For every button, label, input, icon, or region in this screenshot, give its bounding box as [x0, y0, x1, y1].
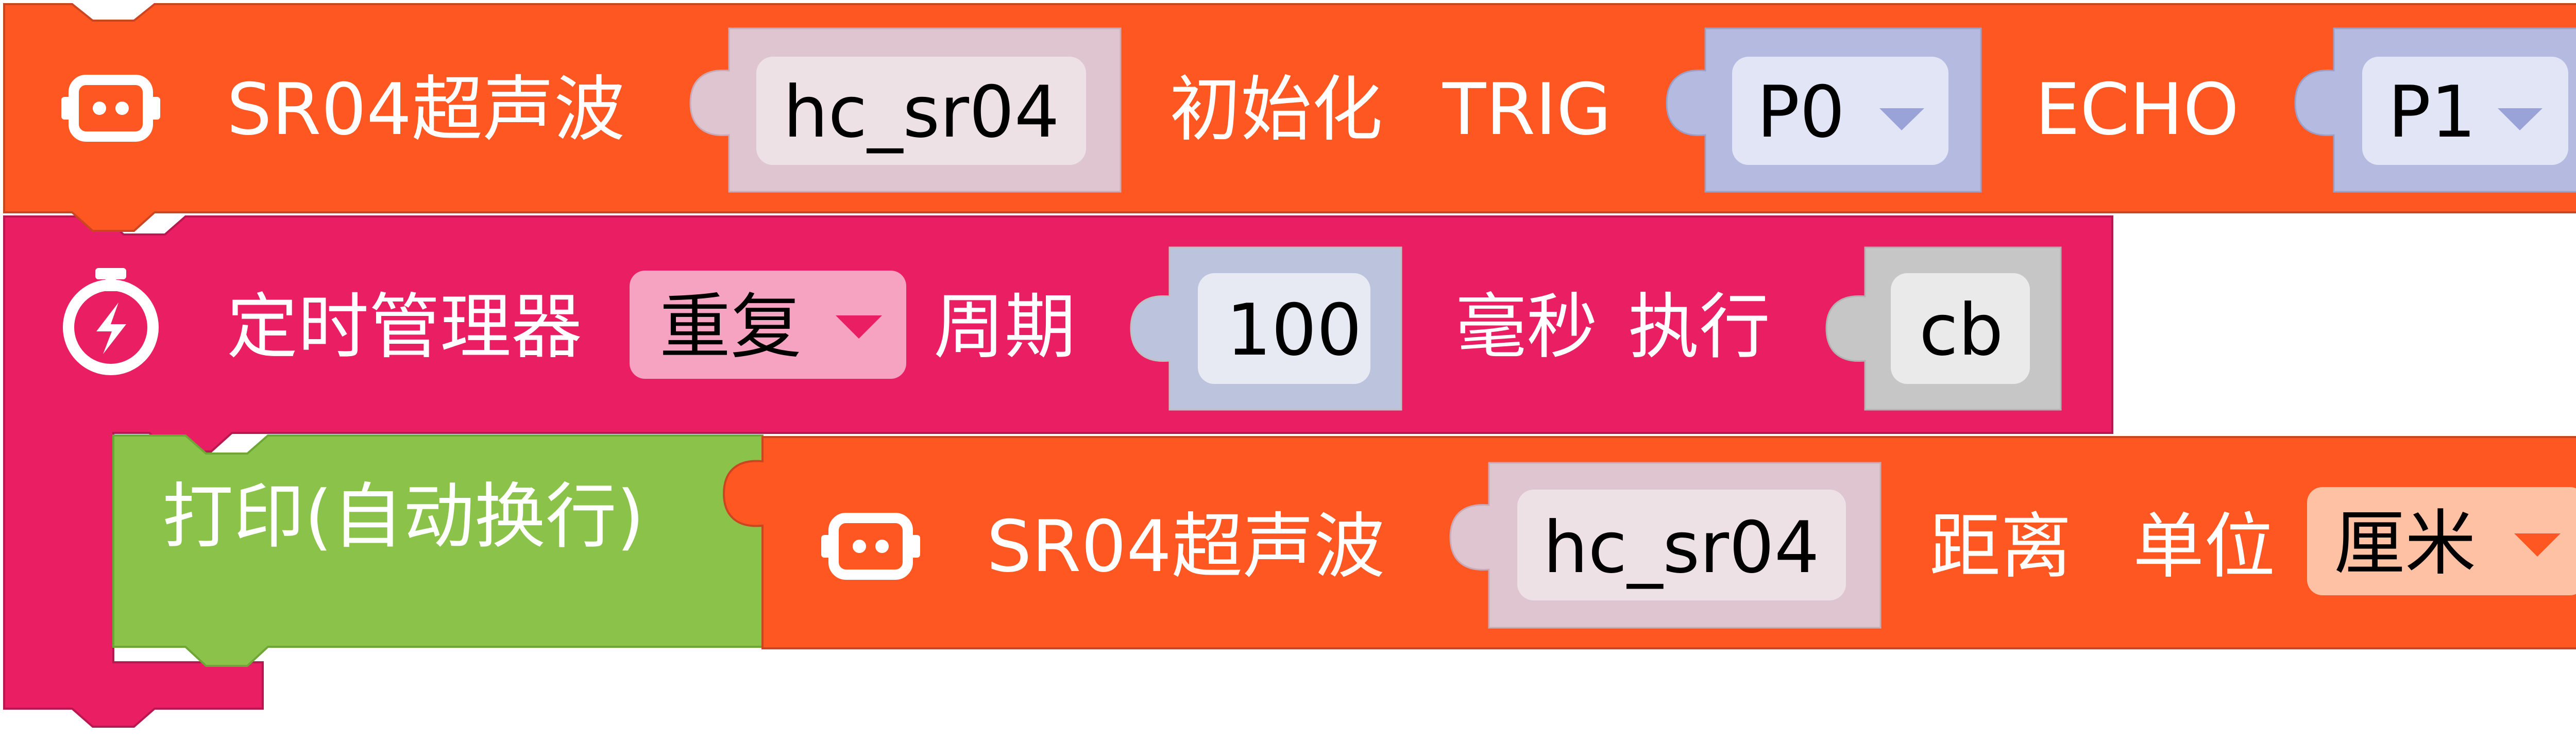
echo-label: ECHO [2035, 68, 2239, 151]
print-label: 打印(自动换行) [162, 475, 645, 558]
sensor-name-value: hc_sr04 [783, 71, 1060, 154]
distance-sensor-name-value: hc_sr04 [1543, 506, 1820, 589]
distance-unit-value: 厘米 [2334, 502, 2476, 585]
sr04-distance-block[interactable]: SR04超声波 hc_sr04 距离 单位 厘米 [722, 436, 2576, 649]
trig-pin-dropdown[interactable]: P0 [1666, 27, 1982, 193]
sr04-distance-label: SR04超声波 [987, 505, 1385, 588]
distance-unit-dropdown[interactable]: 厘米 [2307, 487, 2576, 595]
timer-mode-dropdown[interactable]: 重复 [630, 271, 906, 379]
distance-sensor-name-input[interactable]: hc_sr04 [1449, 462, 1882, 629]
echo-pin-value: P1 [2388, 71, 2476, 154]
period-label: 周期 [934, 286, 1076, 368]
init-label: 初始化 [1170, 68, 1383, 151]
period-value: 100 [1226, 289, 1362, 372]
unit-label: 单位 [2133, 505, 2275, 588]
millisecond-label: 毫秒 [1455, 286, 1598, 368]
execute-label: 执行 [1628, 286, 1770, 368]
print-block[interactable]: 打印(自动换行) [112, 434, 764, 667]
trig-label: TRIG [1442, 68, 1612, 151]
timer-mode-value: 重复 [659, 286, 802, 368]
sr04-init-block[interactable]: SR04超声波 hc_sr04 初始化 TRIG P0 ECHO P1 [3, 3, 2576, 232]
trig-pin-value: P0 [1757, 71, 1845, 154]
sr04-init-label: SR04超声波 [227, 68, 625, 151]
callback-value: cb [1919, 289, 2003, 372]
distance-label: 距离 [1929, 505, 2072, 588]
sensor-name-input[interactable]: hc_sr04 [689, 27, 1122, 193]
timer-label: 定时管理器 [227, 286, 582, 368]
echo-pin-dropdown[interactable]: P1 [2294, 27, 2576, 193]
period-input[interactable]: 100 [1130, 246, 1402, 411]
